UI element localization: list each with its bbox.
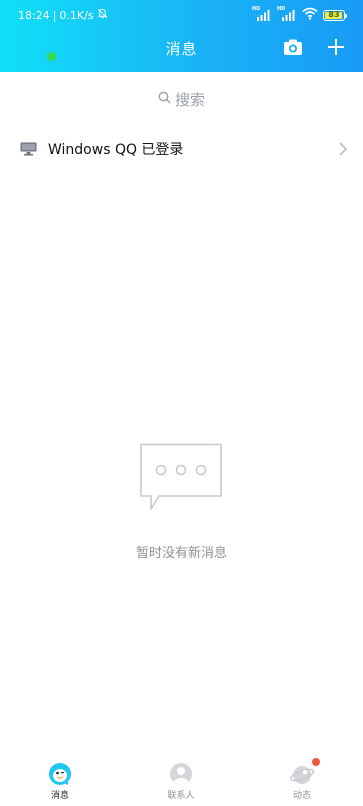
bottom-navigation: 消息 联系人 动态 — [0, 756, 363, 806]
status-time: 18:24 — [18, 8, 50, 22]
battery-level: 83 — [328, 9, 340, 19]
signal-sim1-icon: HD — [252, 6, 272, 22]
status-bar: 18:24 | 0.1K/s HD HD 83 — [0, 0, 363, 30]
nav-tab-messages[interactable]: 消息 — [20, 756, 100, 806]
bell-off-icon — [97, 8, 108, 22]
contact-person-icon — [169, 762, 193, 786]
nav-label-messages: 消息 — [50, 791, 69, 801]
battery-icon: 83 — [323, 9, 347, 21]
desktop-computer-icon — [20, 141, 37, 156]
page-title: 消息 — [165, 40, 198, 58]
qq-messages-screen: 18:24 | 0.1K/s HD HD 83 消息 搜索 Windows QQ… — [0, 0, 363, 806]
empty-state-text: 暂时没有新消息 — [135, 546, 227, 561]
device-login-notice[interactable]: Windows QQ 已登录 — [0, 128, 363, 168]
status-separator: | — [52, 8, 57, 22]
search-icon — [158, 90, 171, 108]
network-speed: 0.1K/s — [59, 8, 94, 22]
chevron-right-icon — [339, 141, 347, 156]
top-header: 18:24 | 0.1K/s HD HD 83 消息 — [0, 0, 363, 72]
nav-tab-moments[interactable]: 动态 — [262, 756, 342, 806]
nav-tab-contacts[interactable]: 联系人 — [141, 756, 221, 806]
search-placeholder: 搜索 — [174, 90, 205, 109]
status-left: 18:24 | 0.1K/s — [18, 8, 108, 22]
nav-label-contacts: 联系人 — [167, 791, 195, 801]
status-right: HD HD 83 — [252, 6, 347, 23]
qq-penguin-icon — [48, 762, 72, 786]
planet-icon — [289, 762, 315, 786]
signal-sim2-icon: HD — [277, 6, 297, 22]
device-notice-label: Windows QQ 已登录 — [48, 142, 184, 158]
plus-icon[interactable] — [327, 38, 345, 56]
search-bar[interactable]: 搜索 — [0, 85, 363, 113]
nav-label-moments: 动态 — [292, 791, 311, 801]
notification-badge-dot — [312, 758, 320, 766]
wifi-icon — [302, 7, 318, 23]
camera-icon[interactable] — [283, 38, 303, 56]
chat-bubble-icon — [139, 443, 223, 513]
